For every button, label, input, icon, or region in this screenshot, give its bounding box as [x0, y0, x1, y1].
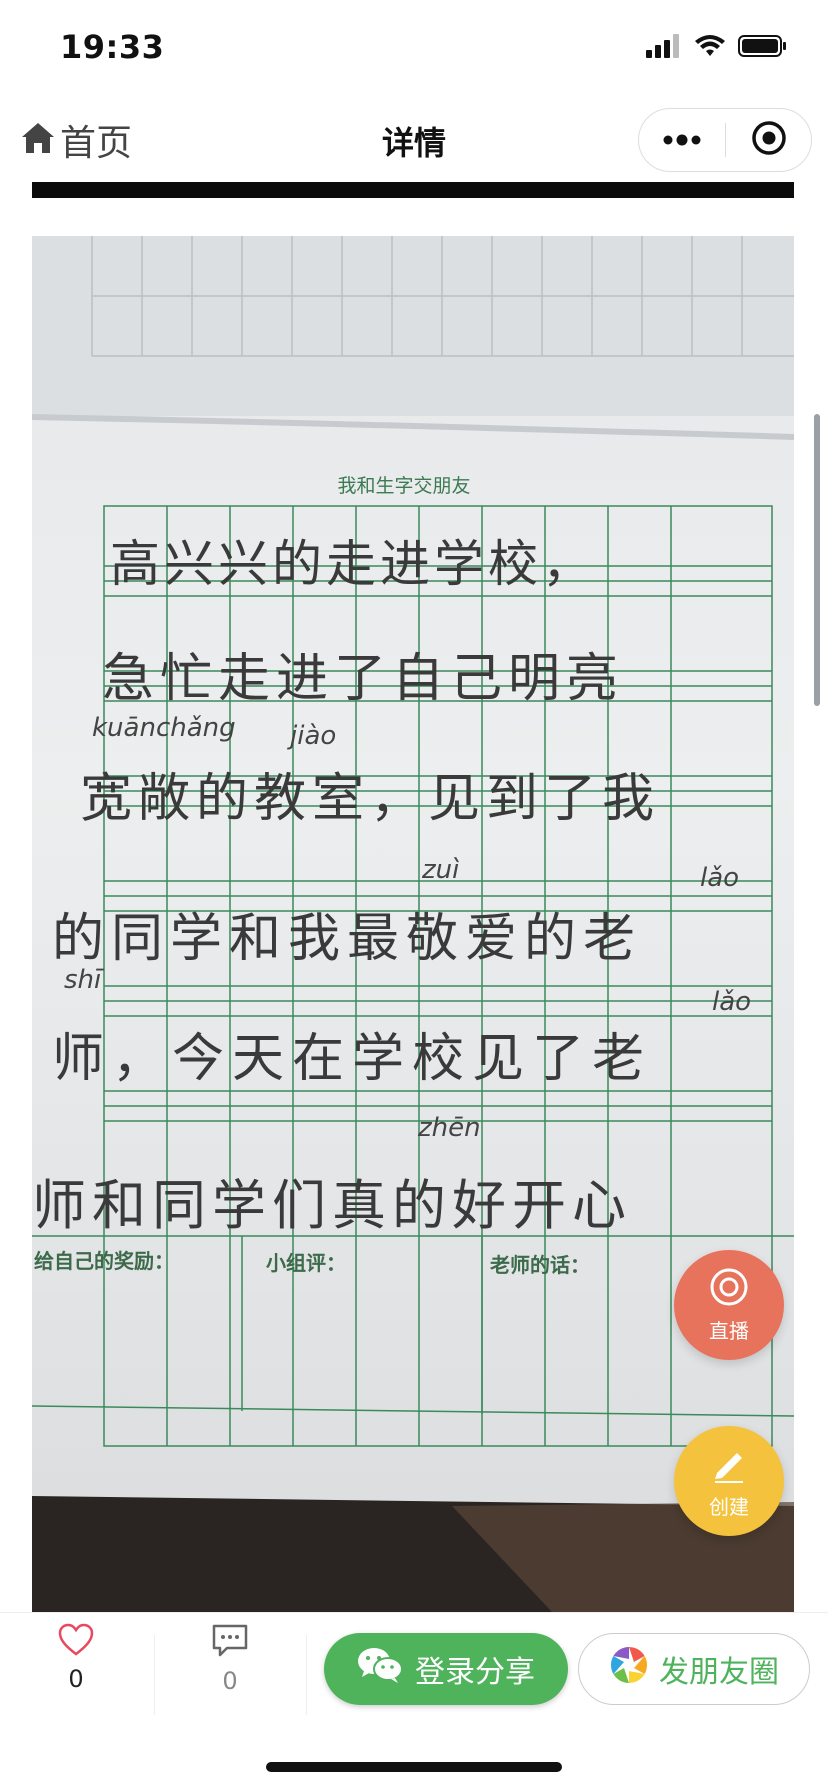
- login-share-button[interactable]: 登录分享: [324, 1633, 568, 1705]
- handwriting-line-5: 师，今天在学校见了老: [52, 1029, 652, 1089]
- reward-label: 给自己的奖励：: [34, 1249, 174, 1273]
- handwriting-line-6: 师和同学们真的好开心: [32, 1174, 632, 1237]
- home-indicator: [266, 1762, 562, 1772]
- bottom-action-bar: 0 0 登录分享 发朋友圈: [0, 1612, 828, 1715]
- more-dots-icon: [662, 131, 702, 150]
- heart-icon: [58, 1623, 94, 1661]
- create-label: 创建: [709, 1494, 749, 1519]
- mini-program-capsule: [638, 108, 812, 172]
- wifi-icon: [694, 34, 726, 62]
- close-mini-program-button[interactable]: [726, 109, 812, 171]
- homework-photo[interactable]: 我和生字交朋友 高兴兴的走进学校， 急忙走进了自己明亮 宽敞的教室，见到了我 的…: [32, 236, 794, 1612]
- pinyin-annotation: zhēn: [417, 1113, 481, 1143]
- more-button[interactable]: [639, 109, 725, 171]
- action-divider: [154, 1635, 155, 1715]
- action-divider: [306, 1635, 307, 1715]
- worksheet-header: 我和生字交朋友: [337, 475, 470, 497]
- live-broadcast-icon: [709, 1267, 749, 1311]
- like-button[interactable]: 0: [16, 1623, 136, 1713]
- wechat-icon: [357, 1646, 403, 1692]
- live-label: 直播: [709, 1318, 749, 1343]
- handwriting-line-1: 高兴兴的走进学校，: [110, 535, 596, 593]
- post-moments-label: 发朋友圈: [659, 1655, 779, 1690]
- pinyin-annotation: kuānchǎng: [92, 713, 236, 743]
- group-comment-label: 小组评：: [266, 1251, 346, 1275]
- status-icons: [646, 34, 788, 62]
- scrollbar[interactable]: [814, 414, 820, 706]
- handwriting-line-2: 急忙走进了自己明亮: [102, 649, 624, 709]
- live-button[interactable]: 直播: [674, 1250, 784, 1360]
- pinyin-annotation: jiào: [287, 721, 336, 751]
- comment-icon: [211, 1623, 249, 1663]
- nav-bar: 首页 详情: [0, 92, 828, 188]
- login-share-label: 登录分享: [415, 1655, 535, 1690]
- moments-aperture-icon: [609, 1645, 649, 1693]
- pinyin-annotation: lǎo: [712, 987, 751, 1017]
- status-bar: 19:33: [0, 0, 828, 92]
- post-moments-button[interactable]: 发朋友圈: [578, 1633, 810, 1705]
- pinyin-annotation: zuì: [421, 855, 459, 885]
- comment-button[interactable]: 0: [170, 1623, 290, 1713]
- pinyin-annotation: shī: [64, 965, 104, 995]
- teacher-comment-label: 老师的话：: [490, 1253, 590, 1277]
- target-circle-icon: [751, 120, 787, 160]
- comment-count: 0: [222, 1667, 238, 1695]
- signal-icon: [646, 34, 682, 62]
- previous-image-bottom-edge: [32, 182, 794, 198]
- create-button[interactable]: 创建: [674, 1426, 784, 1536]
- pinyin-annotation: lǎo: [700, 863, 739, 893]
- handwriting-line-4: 的同学和我最敬爱的老: [52, 909, 642, 969]
- like-count: 0: [68, 1665, 84, 1693]
- handwriting-line-3: 宽敞的教室，见到了我: [80, 769, 660, 829]
- status-time: 19:33: [60, 28, 165, 66]
- battery-icon: [738, 34, 788, 62]
- pencil-icon: [709, 1443, 749, 1487]
